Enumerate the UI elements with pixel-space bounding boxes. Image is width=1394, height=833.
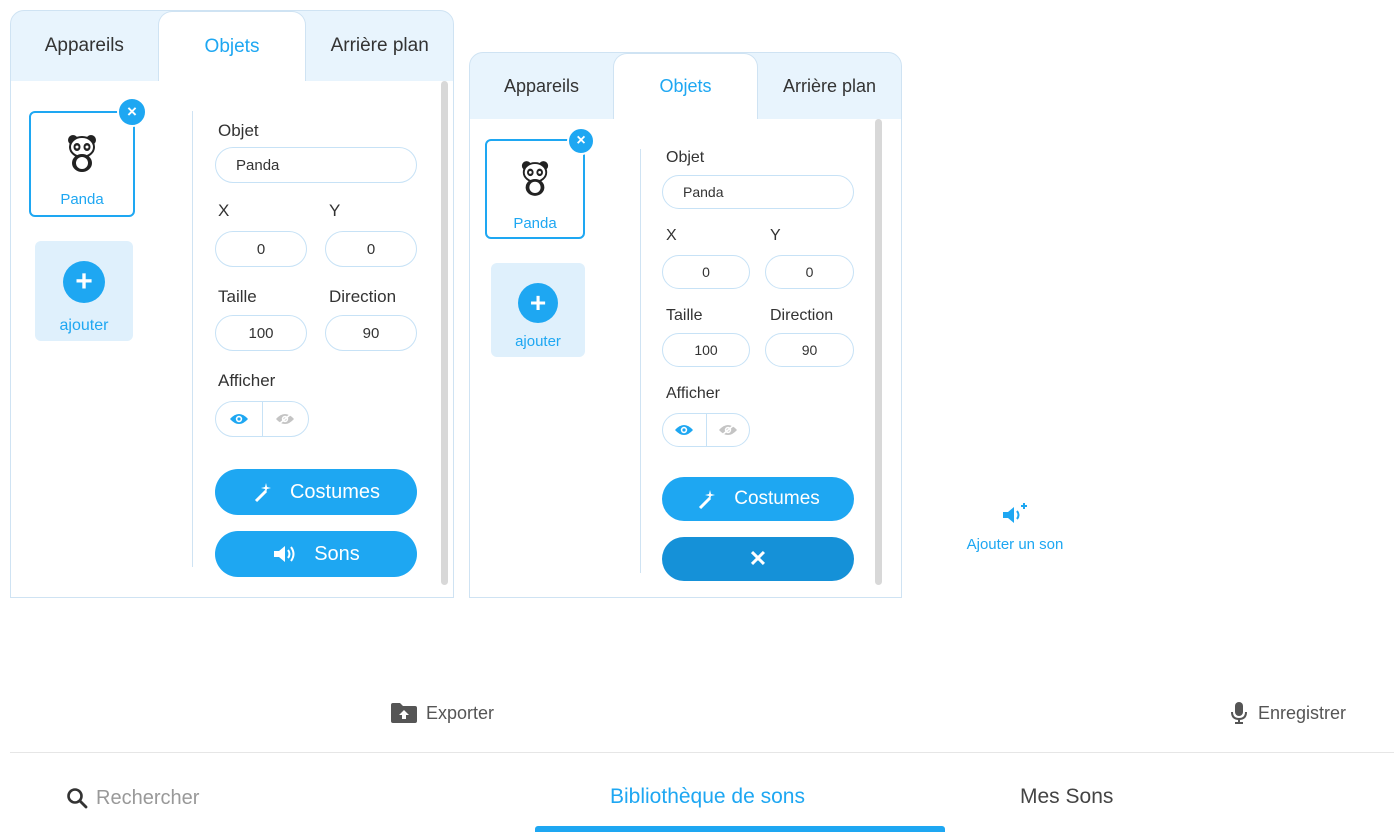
tab-sound-library[interactable]: Bibliothèque de sons xyxy=(610,785,805,809)
add-label: ajouter xyxy=(515,333,561,350)
hide-button[interactable] xyxy=(705,414,750,446)
add-sound-button[interactable]: Ajouter un son xyxy=(940,500,1090,570)
sprite-name: Panda xyxy=(513,215,557,232)
panel-body: Panda × + ajouter Objet Panda X Y 0 0 Ta… xyxy=(470,119,901,597)
size-label: Taille xyxy=(666,307,703,324)
divider xyxy=(192,111,193,567)
show-label: Afficher xyxy=(666,385,720,402)
visibility-toggle xyxy=(215,401,309,437)
sprite-card-panda[interactable]: Panda xyxy=(29,111,135,217)
record-label: Enregistrer xyxy=(1258,702,1347,723)
costumes-button[interactable]: Costumes xyxy=(662,477,854,521)
direction-field[interactable]: 90 xyxy=(325,315,417,351)
tab-objects[interactable]: Objets xyxy=(613,53,758,119)
add-label: ajouter xyxy=(59,317,109,334)
scrollbar[interactable] xyxy=(875,119,882,585)
tab-background[interactable]: Arrière plan xyxy=(758,53,901,119)
panda-icon xyxy=(521,161,549,196)
sound-library-toolbar: Rechercher Bibliothèque de sons Mes Sons xyxy=(10,752,1394,833)
sprite-card-panda[interactable]: Panda xyxy=(485,139,585,239)
search-icon xyxy=(67,788,88,809)
add-sprite-button[interactable]: + ajouter xyxy=(491,263,585,357)
divider xyxy=(640,149,641,573)
delete-sprite-button[interactable]: × xyxy=(117,97,147,127)
object-name-field[interactable]: Panda xyxy=(662,175,854,209)
show-label: Afficher xyxy=(218,371,276,390)
show-button[interactable] xyxy=(216,402,262,436)
search-placeholder: Rechercher xyxy=(96,786,200,809)
tab-devices[interactable]: Appareils xyxy=(11,11,158,81)
panda-icon xyxy=(68,135,96,172)
y-label: Y xyxy=(770,227,781,244)
hide-button[interactable] xyxy=(261,402,309,436)
y-field[interactable]: 0 xyxy=(325,231,417,267)
direction-field[interactable]: 90 xyxy=(765,333,854,367)
active-tab-indicator xyxy=(535,826,945,832)
eye-icon xyxy=(229,414,248,424)
scrollbar[interactable] xyxy=(441,81,448,585)
direction-label: Direction xyxy=(770,307,834,324)
export-label: Exporter xyxy=(426,702,495,723)
visibility-toggle xyxy=(662,413,750,447)
tab-background[interactable]: Arrière plan xyxy=(306,11,453,81)
tab-my-sounds[interactable]: Mes Sons xyxy=(1020,785,1113,809)
size-field[interactable]: 100 xyxy=(662,333,750,367)
delete-sprite-button[interactable]: × xyxy=(567,127,595,155)
x-label: X xyxy=(666,227,677,244)
x-field[interactable]: 0 xyxy=(215,231,307,267)
object-name-field[interactable]: Panda xyxy=(215,147,417,183)
sounds-label: Sons xyxy=(314,542,360,565)
microphone-icon xyxy=(1231,702,1247,724)
costumes-button[interactable]: Costumes xyxy=(215,469,417,515)
x-field[interactable]: 0 xyxy=(662,255,750,289)
panel-body: Panda × + ajouter Objet Panda X Y 0 0 Ta… xyxy=(11,81,453,597)
magic-wand-icon xyxy=(252,481,274,503)
close-icon: ✕ xyxy=(748,546,768,571)
plus-icon: + xyxy=(518,283,558,323)
direction-label: Direction xyxy=(329,287,397,306)
tab-objects[interactable]: Objets xyxy=(157,11,307,81)
folder-upload-icon xyxy=(391,703,417,723)
search-box[interactable]: Rechercher xyxy=(66,783,199,813)
object-label: Objet xyxy=(666,149,705,166)
x-label: X xyxy=(218,201,230,220)
size-field[interactable]: 100 xyxy=(215,315,307,351)
panel-tabs: Appareils Objets Arrière plan xyxy=(470,53,901,119)
speaker-icon xyxy=(272,545,298,563)
export-button[interactable]: Exporter xyxy=(390,700,494,726)
size-label: Taille xyxy=(218,287,257,306)
tab-devices[interactable]: Appareils xyxy=(470,53,613,119)
object-label: Objet xyxy=(218,121,259,140)
plus-icon: + xyxy=(63,261,105,303)
add-sound-label: Ajouter un son xyxy=(966,536,1064,553)
sprite-name: Panda xyxy=(60,191,104,208)
costumes-label: Costumes xyxy=(734,488,820,509)
show-button[interactable] xyxy=(663,414,706,446)
sprite-panel-2: Appareils Objets Arrière plan Panda × + … xyxy=(469,52,902,598)
magic-wand-icon xyxy=(696,488,718,510)
sounds-button[interactable]: Sons xyxy=(215,531,417,577)
close-sounds-button[interactable]: ✕ xyxy=(662,537,854,581)
eye-hidden-icon xyxy=(718,424,737,436)
panel-tabs: Appareils Objets Arrière plan xyxy=(11,11,453,81)
record-button[interactable]: Enregistrer xyxy=(1230,700,1346,726)
add-sprite-button[interactable]: + ajouter xyxy=(35,241,133,341)
y-field[interactable]: 0 xyxy=(765,255,854,289)
eye-hidden-icon xyxy=(276,413,295,425)
speaker-add-icon xyxy=(1003,503,1027,523)
y-label: Y xyxy=(329,201,341,220)
costumes-label: Costumes xyxy=(289,480,381,503)
sprite-panel-1: Appareils Objets Arrière plan Panda × + … xyxy=(10,10,454,598)
eye-icon xyxy=(675,425,694,435)
